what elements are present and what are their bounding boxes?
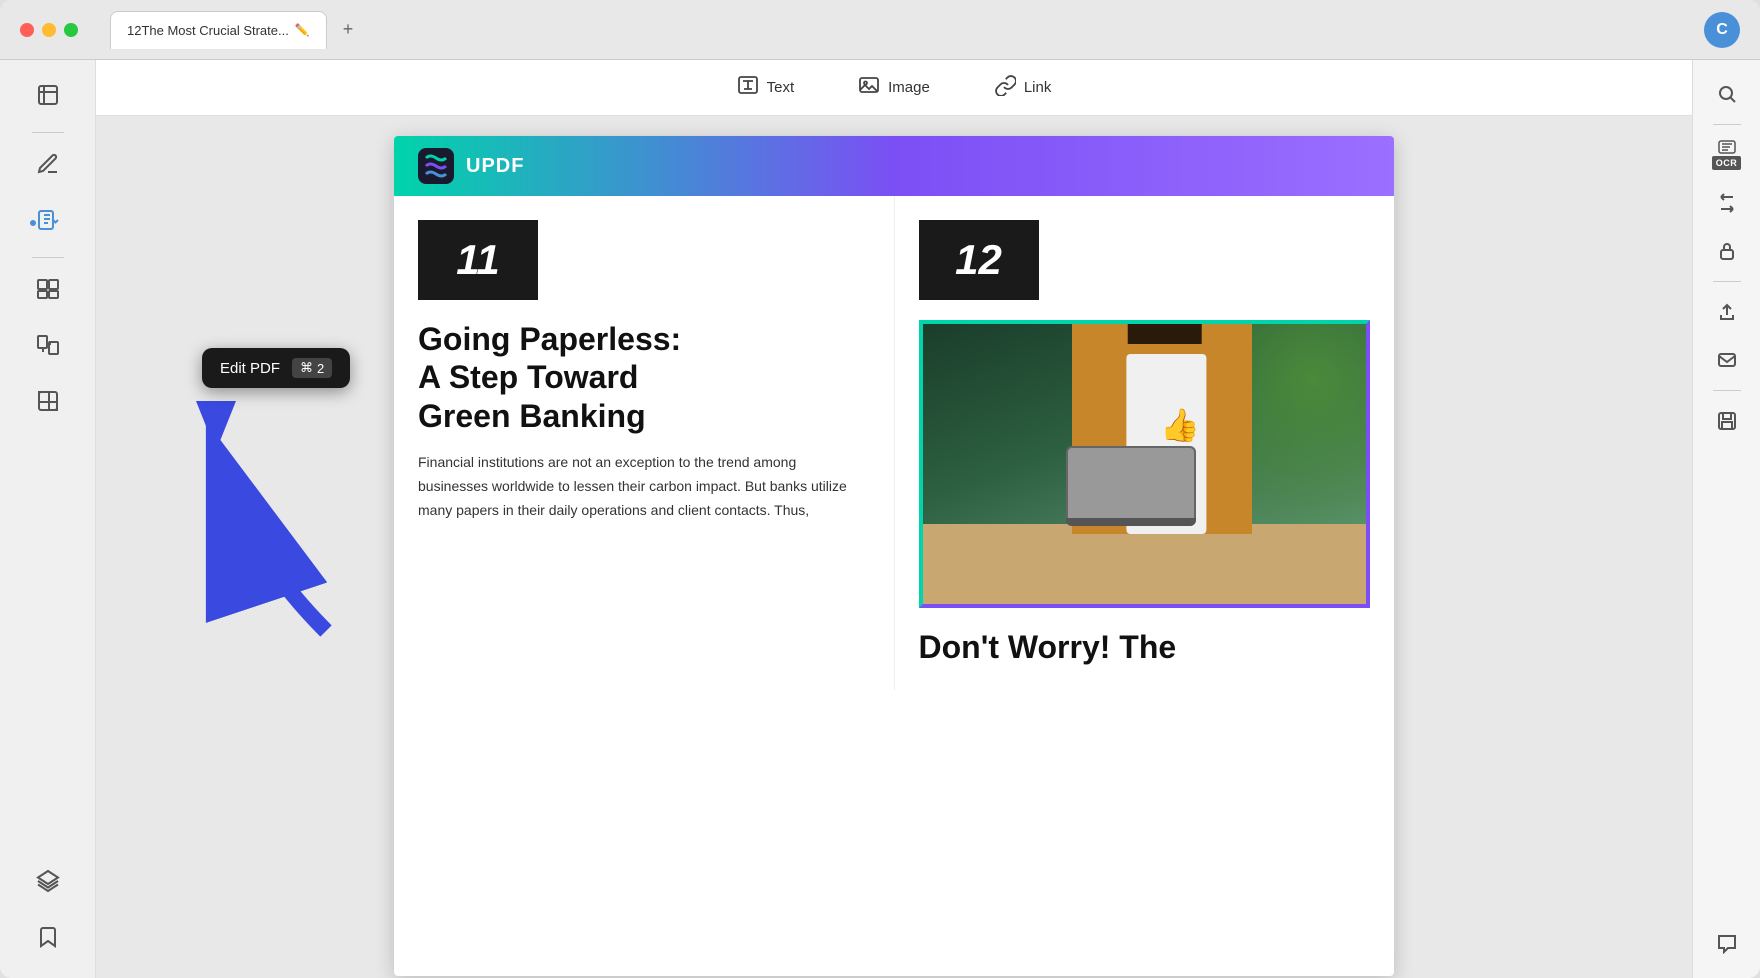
edit-pdf-icon <box>36 208 60 238</box>
section-number-11: 11 <box>418 220 538 300</box>
sidebar-item-convert[interactable] <box>22 322 74 374</box>
toolbar: Text Image <box>96 60 1692 116</box>
right-panel-divider-3 <box>1713 390 1741 391</box>
organize-icon <box>36 277 60 307</box>
pdf-header: UPDF <box>394 136 1394 196</box>
toolbar-text[interactable]: Text <box>725 68 807 108</box>
right-panel-ocr[interactable]: OCR <box>1705 133 1749 177</box>
right-panel-share[interactable] <box>1705 290 1749 334</box>
shortcut-symbol: ⌘ <box>300 360 313 376</box>
sidebar-item-library[interactable] <box>22 72 74 124</box>
maximize-button[interactable] <box>64 23 78 37</box>
shortcut-key: 2 <box>317 361 324 376</box>
sidebar-item-edit-pdf[interactable] <box>22 197 74 249</box>
protect-icon <box>36 389 60 419</box>
right-section-title: Don't Worry! The <box>919 628 1371 666</box>
new-tab-button[interactable]: + <box>335 15 362 44</box>
right-panel-convert[interactable] <box>1705 181 1749 225</box>
main-layout: Text Image <box>0 60 1760 978</box>
right-panel-divider-2 <box>1713 281 1741 282</box>
right-panel-email[interactable] <box>1705 338 1749 382</box>
tooltip-label: Edit PDF <box>220 360 280 377</box>
image-icon <box>858 74 880 102</box>
close-button[interactable] <box>20 23 34 37</box>
titlebar: 12The Most Crucial Strate... ✏️ + C <box>0 0 1760 60</box>
pdf-canvas[interactable]: UPDF 11 Going Paperless:A Step TowardGre… <box>96 116 1692 978</box>
shortcut-badge: ⌘ 2 <box>292 358 332 378</box>
right-panel-protect[interactable] <box>1705 229 1749 273</box>
traffic-lights <box>20 23 78 37</box>
link-icon <box>994 74 1016 102</box>
right-panel-chat[interactable] <box>1705 922 1749 966</box>
sidebar-item-annotate[interactable] <box>22 141 74 193</box>
library-icon <box>36 83 60 113</box>
tab-edit-icon[interactable]: ✏️ <box>295 23 310 37</box>
pdf-left-column: 11 Going Paperless:A Step TowardGreen Ba… <box>394 196 895 690</box>
sidebar-item-layers[interactable] <box>22 858 74 910</box>
section-number-12: 12 <box>919 220 1039 300</box>
right-panel-divider-1 <box>1713 124 1741 125</box>
right-panel: OCR <box>1692 60 1760 978</box>
toolbar-link[interactable]: Link <box>982 68 1064 108</box>
user-avatar[interactable]: C <box>1704 12 1740 48</box>
tab-title: 12The Most Crucial Strate... <box>127 23 289 38</box>
annotate-icon <box>36 152 60 182</box>
right-panel-save[interactable] <box>1705 399 1749 443</box>
app-window: 12The Most Crucial Strate... ✏️ + C <box>0 0 1760 978</box>
edit-pdf-tooltip: Edit PDF ⌘ 2 <box>202 348 350 388</box>
sidebar-item-organize[interactable] <box>22 266 74 318</box>
image-label: Image <box>888 79 930 96</box>
right-panel-search[interactable] <box>1705 72 1749 116</box>
layers-icon <box>36 869 60 899</box>
left-section-title: Going Paperless:A Step TowardGreen Banki… <box>418 320 870 435</box>
section-image: 👍 <box>923 324 1367 604</box>
ocr-label: OCR <box>1712 156 1742 170</box>
text-label: Text <box>767 79 795 96</box>
left-sidebar <box>0 60 96 978</box>
sidebar-divider-2 <box>32 257 64 258</box>
active-tab[interactable]: 12The Most Crucial Strate... ✏️ <box>110 11 327 49</box>
sidebar-item-bookmark[interactable] <box>22 914 74 966</box>
updf-logo-mark <box>418 148 454 184</box>
section-image-container: 👍 <box>919 320 1371 608</box>
active-indicator <box>30 220 36 226</box>
tab-bar: 12The Most Crucial Strate... ✏️ + <box>110 11 361 49</box>
sidebar-divider-1 <box>32 132 64 133</box>
text-icon <box>737 74 759 102</box>
left-section-body: Financial institutions are not an except… <box>418 451 870 522</box>
convert-icon <box>36 333 60 363</box>
toolbar-image[interactable]: Image <box>846 68 942 108</box>
link-label: Link <box>1024 79 1052 96</box>
pdf-right-column: 12 <box>895 196 1395 690</box>
sidebar-item-protect[interactable] <box>22 378 74 430</box>
updf-logo-text: UPDF <box>466 155 524 178</box>
pdf-page: UPDF 11 Going Paperless:A Step TowardGre… <box>394 136 1394 976</box>
pdf-columns: 11 Going Paperless:A Step TowardGreen Ba… <box>394 196 1394 690</box>
content-area: UPDF 11 Going Paperless:A Step TowardGre… <box>96 116 1692 978</box>
minimize-button[interactable] <box>42 23 56 37</box>
bookmark-icon <box>36 925 60 955</box>
